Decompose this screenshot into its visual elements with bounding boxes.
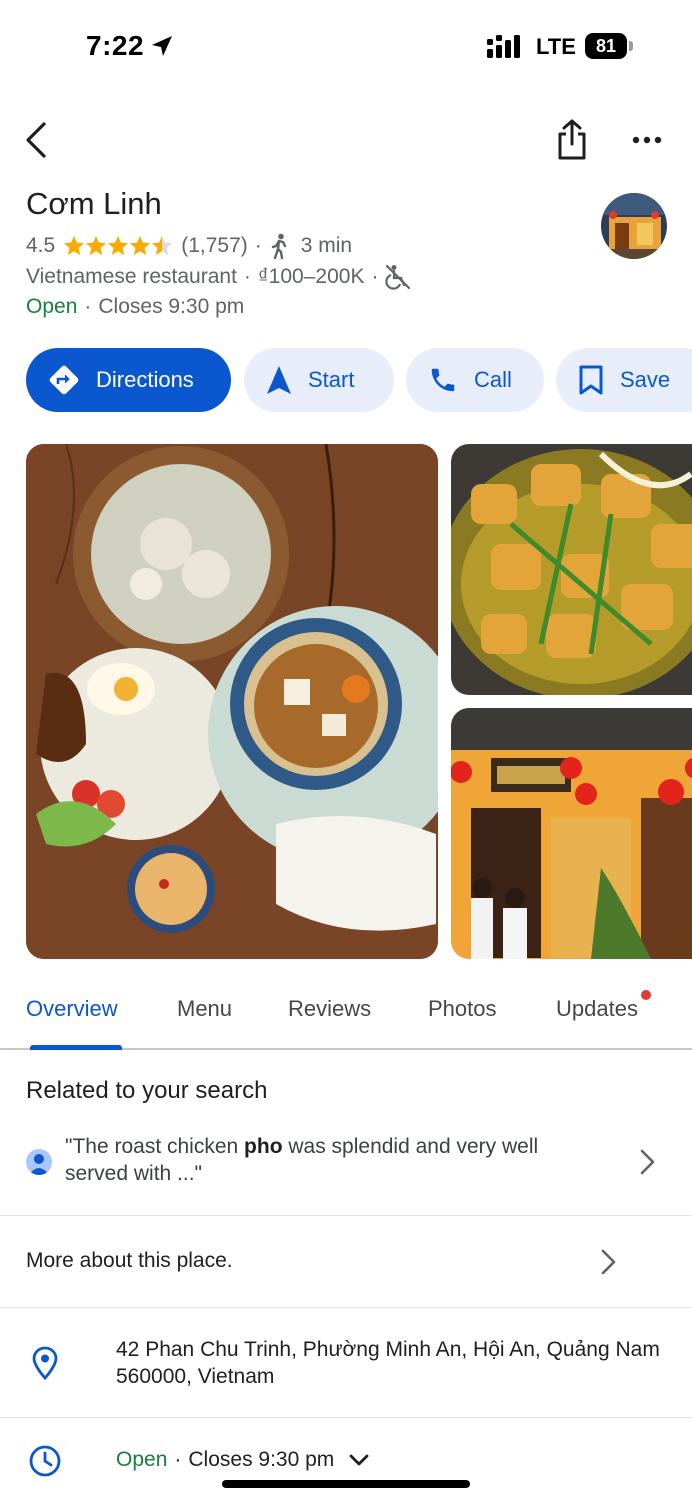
- rating-value: 4.5: [26, 234, 56, 257]
- not-wheelchair-accessible-icon: [385, 264, 411, 290]
- more-about-label: More about this place.: [26, 1249, 233, 1272]
- hours-closing: Closes 9:30 pm: [188, 1448, 335, 1471]
- status-time: 7:22: [86, 30, 145, 61]
- hours-summary[interactable]: Open · Closes 9:30 pm: [26, 295, 244, 319]
- more-options-button[interactable]: [630, 126, 664, 154]
- call-button[interactable]: Call: [406, 348, 544, 412]
- cellular-signal-icon: [487, 35, 525, 64]
- walking-icon: [271, 233, 286, 259]
- share-button[interactable]: [552, 118, 592, 162]
- home-indicator: [222, 1480, 470, 1488]
- active-tab-indicator: [30, 1045, 122, 1050]
- directions-label: Directions: [96, 367, 194, 392]
- rating-row: 4.5 (1,757) · 3 min: [26, 233, 353, 259]
- tab-reviews[interactable]: Reviews: [288, 996, 371, 1022]
- star-rating-icon: [64, 236, 173, 255]
- clock-icon: [29, 1445, 61, 1477]
- category-row: Vietnamese restaurant · ₫100–200K ·: [26, 264, 411, 290]
- hours-text: Open · Closes 9:30 pm: [116, 1448, 370, 1472]
- tab-photos[interactable]: Photos: [428, 996, 497, 1022]
- back-button[interactable]: [20, 120, 56, 160]
- tab-overview[interactable]: Overview: [26, 996, 118, 1022]
- location-arrow-icon: [150, 34, 174, 63]
- bookmark-icon: [578, 364, 604, 396]
- updates-notification-dot: [641, 990, 651, 1000]
- related-review-row[interactable]: "The roast chicken pho was splendid and …: [0, 1130, 692, 1216]
- photo-food-platter[interactable]: [26, 444, 438, 959]
- tab-bar: Overview Menu Reviews Photos Updates: [0, 990, 692, 1050]
- more-about-row[interactable]: More about this place.: [0, 1216, 692, 1308]
- battery-cap: [629, 41, 633, 51]
- directions-icon: [48, 364, 80, 396]
- navigation-arrow-icon: [266, 365, 292, 395]
- review-count[interactable]: (1,757): [181, 234, 248, 258]
- open-status: Open: [26, 295, 78, 318]
- chevron-right-icon: [640, 1149, 655, 1175]
- reviewer-avatar-icon: [26, 1149, 52, 1175]
- address-text: 42 Phan Chu Trinh, Phường Minh An, Hội A…: [116, 1338, 660, 1388]
- tab-updates[interactable]: Updates: [556, 996, 638, 1022]
- price-range: ₫100–200K: [257, 265, 365, 288]
- share-icon: [558, 119, 586, 160]
- back-arrow-icon: [26, 122, 46, 158]
- place-title: Cơm Linh: [26, 186, 162, 221]
- start-label: Start: [308, 367, 355, 392]
- related-section-title: Related to your search: [26, 1077, 268, 1104]
- battery-icon: 81: [585, 33, 627, 59]
- review-snippet: "The roast chicken pho was splendid and …: [65, 1135, 539, 1185]
- network-label: LTE: [536, 34, 576, 59]
- chevron-right-icon: [601, 1249, 616, 1275]
- category: Vietnamese restaurant: [26, 265, 237, 288]
- chevron-down-icon[interactable]: [348, 1452, 370, 1468]
- photo-fried-dish[interactable]: [451, 444, 692, 695]
- start-button[interactable]: Start: [244, 348, 394, 412]
- status-bar: 7:22 LTE 81: [0, 0, 692, 92]
- hours-open-status: Open: [116, 1448, 168, 1471]
- tab-menu[interactable]: Menu: [177, 996, 232, 1022]
- place-thumbnail[interactable]: [601, 193, 667, 259]
- rating-stars: [63, 235, 175, 257]
- photo-restaurant-front[interactable]: [451, 708, 692, 959]
- phone-icon: [428, 365, 458, 395]
- closing-time: Closes 9:30 pm: [98, 295, 245, 318]
- directions-button[interactable]: Directions: [26, 348, 231, 412]
- address-row[interactable]: 42 Phan Chu Trinh, Phường Minh An, Hội A…: [0, 1308, 692, 1418]
- location-pin-icon: [32, 1346, 58, 1380]
- more-dots-icon: [632, 136, 662, 144]
- walk-time: 3 min: [300, 234, 353, 257]
- save-button[interactable]: Save: [556, 348, 692, 412]
- save-label: Save: [620, 367, 671, 392]
- call-label: Call: [474, 367, 512, 392]
